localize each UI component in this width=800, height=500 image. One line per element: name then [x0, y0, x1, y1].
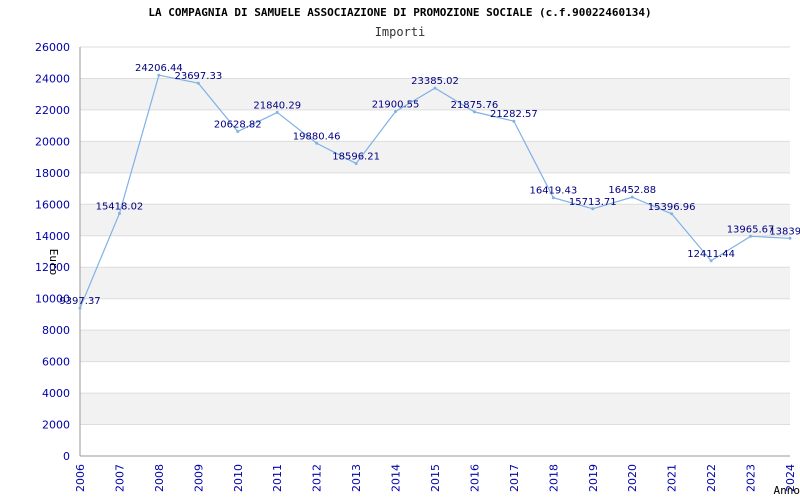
x-tick-label: 2011 — [271, 464, 284, 492]
y-tick-label: 22000 — [35, 104, 70, 117]
x-tick-label: 2010 — [232, 464, 245, 492]
data-label: 15713.71 — [569, 197, 617, 208]
grid-band — [80, 330, 790, 362]
data-label: 18596.21 — [332, 151, 380, 162]
x-tick-label: 2020 — [626, 464, 639, 492]
data-label: 13965.67 — [727, 224, 775, 235]
x-tick-label: 2019 — [587, 464, 600, 492]
data-label: 19880.46 — [293, 131, 341, 142]
x-tick-label: 2015 — [429, 464, 442, 492]
grid-bands — [80, 78, 790, 425]
line-chart: 0200040006000800010000120001400016000180… — [35, 41, 800, 497]
data-label: 13839.1 — [769, 226, 800, 237]
x-tick-label: 2016 — [468, 464, 481, 492]
data-label: 9397.37 — [59, 296, 100, 307]
y-tick-label: 0 — [63, 450, 70, 463]
x-tick-label: 2021 — [666, 464, 679, 492]
y-tick-label: 26000 — [35, 41, 70, 54]
x-tick-label: 2018 — [547, 464, 560, 492]
x-tick-label: 2022 — [705, 464, 718, 492]
x-tick-label: 2006 — [74, 464, 87, 492]
y-axis-label: Euro — [47, 249, 60, 276]
x-tick-label: 2014 — [390, 464, 403, 492]
data-label: 12411.44 — [687, 249, 735, 260]
y-tick-label: 6000 — [42, 356, 70, 369]
x-tick-label: 2012 — [311, 464, 324, 492]
y-tick-label: 16000 — [35, 198, 70, 211]
data-label: 21282.57 — [490, 109, 538, 120]
y-tick-label: 8000 — [42, 324, 70, 337]
x-tick-label: 2008 — [153, 464, 166, 492]
y-tick-label: 24000 — [35, 72, 70, 85]
x-axis-label: Anno — [774, 484, 800, 497]
x-tick-label: 2013 — [350, 464, 363, 492]
grid-band — [80, 141, 790, 173]
data-label: 21840.29 — [253, 100, 301, 111]
x-tick-labels: 2006 2007 2008 2009 2010 2011 2012 2013 2014 2015… — [74, 464, 797, 492]
data-label: 23697.33 — [174, 71, 222, 82]
y-tick-label: 2000 — [42, 419, 70, 432]
x-tick-label: 2009 — [192, 464, 205, 492]
x-tick-label: 2023 — [745, 464, 758, 492]
data-label: 16452.88 — [608, 185, 656, 196]
y-tick-label: 14000 — [35, 230, 70, 243]
data-label: 21900.55 — [372, 99, 420, 110]
data-label: 23385.02 — [411, 76, 459, 87]
y-tick-label: 20000 — [35, 135, 70, 148]
data-label: 15396.96 — [648, 202, 696, 213]
grid-band — [80, 267, 790, 299]
data-label: 15418.02 — [96, 201, 144, 212]
grid-band — [80, 393, 790, 425]
y-tick-label: 18000 — [35, 167, 70, 180]
data-label: 20628.82 — [214, 119, 262, 130]
x-tick-label: 2017 — [508, 464, 521, 492]
data-label: 16419.43 — [529, 186, 577, 197]
x-tick-label: 2007 — [113, 464, 126, 492]
y-tick-label: 4000 — [42, 387, 70, 400]
